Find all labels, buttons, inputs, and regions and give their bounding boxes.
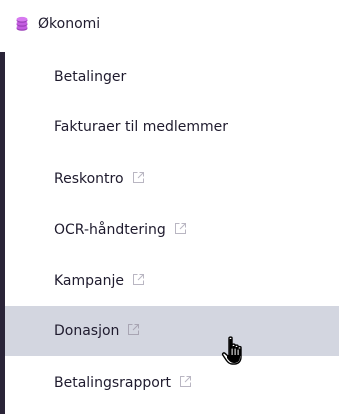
external-link-icon — [127, 307, 140, 335]
menu-item-label: Reskontro — [54, 154, 145, 204]
section-title: Økonomi — [38, 16, 101, 32]
menu-item-donasjon[interactable]: Donasjon — [5, 306, 339, 356]
menu-item-label: Betalinger — [54, 69, 127, 85]
coins-stack-icon — [14, 16, 30, 32]
external-link-icon — [179, 359, 192, 387]
menu-item-label: Donasjon — [54, 306, 140, 356]
submenu: Betalinger Fakturaer til medlemmer Resko… — [0, 52, 339, 414]
menu-item-betalingsrapport[interactable]: Betalingsrapport — [5, 358, 339, 408]
external-link-icon — [132, 257, 145, 285]
external-link-icon — [174, 206, 187, 234]
menu-item-kampanje[interactable]: Kampanje — [5, 256, 339, 306]
external-link-icon — [132, 155, 145, 183]
sidebar-panel: Økonomi Betalinger Fakturaer til medlemm… — [0, 0, 339, 414]
menu-item-betalinger[interactable]: Betalinger — [5, 52, 339, 102]
menu-item-reskontro[interactable]: Reskontro — [5, 154, 339, 204]
menu-item-label: Fakturaer til medlemmer — [54, 119, 228, 135]
menu-item-ocr-handtering[interactable]: OCR-håndtering — [5, 205, 339, 255]
hand-pointer-cursor — [221, 336, 251, 368]
menu-item-label: OCR-håndtering — [54, 205, 187, 255]
section-header-okonomi[interactable]: Økonomi — [0, 0, 339, 48]
menu-item-label: Kampanje — [54, 256, 145, 306]
menu-item-label: Betalingsrapport — [54, 358, 192, 408]
menu-item-fakturaer-til-medlemmer[interactable]: Fakturaer til medlemmer — [5, 102, 339, 152]
